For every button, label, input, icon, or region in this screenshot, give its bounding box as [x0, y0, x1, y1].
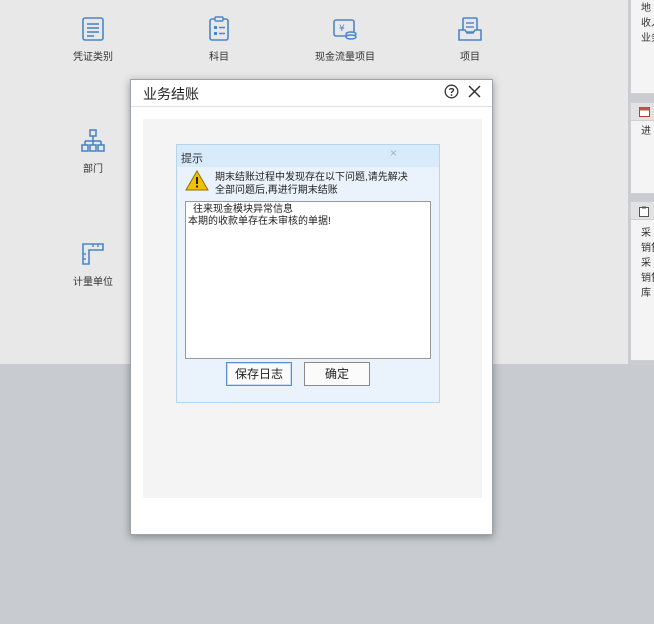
warning-icon [185, 170, 209, 191]
right-panel-header [631, 103, 654, 121]
tile-voucher-type[interactable]: 凭证类别 [48, 16, 138, 63]
right-panel-line[interactable]: 库 [631, 286, 654, 301]
org-chart-icon [81, 129, 105, 152]
voucher-icon [82, 17, 104, 41]
right-panel-line[interactable]: 销售 [631, 271, 654, 286]
tile-project[interactable]: 项目 [425, 16, 515, 63]
svg-text:¥: ¥ [339, 24, 345, 34]
right-panel-line[interactable]: 采 [631, 226, 654, 241]
log-line: 往来现金模块异常信息 [193, 204, 293, 215]
right-panel-line[interactable]: 销售 [631, 241, 654, 256]
close-icon[interactable] [467, 84, 482, 99]
tile-project-label: 项目 [460, 52, 480, 63]
clipboard-icon [639, 206, 649, 217]
title-separator [131, 106, 492, 107]
tile-subject-label: 科目 [209, 52, 229, 63]
right-panel-bottom: 采 销售 采 销售 库 [630, 201, 654, 361]
right-panel-line[interactable]: 进 [631, 124, 654, 139]
subject-icon [209, 16, 229, 41]
calendar-icon [639, 107, 650, 117]
right-panel-line[interactable]: 业务 [631, 31, 654, 46]
tile-unit[interactable]: 计量单位 [48, 241, 138, 288]
ruler-icon [82, 243, 104, 265]
tile-department-label: 部门 [83, 164, 103, 175]
right-panel-line[interactable]: 收入 [631, 16, 654, 31]
cash-flow-icon: ¥ [333, 19, 357, 40]
ok-button[interactable]: 确定 [304, 362, 370, 386]
error-log-textarea[interactable]: 往来现金模块异常信息 本期的收款单存在未审核的单据! [185, 201, 431, 359]
prompt-title: 提示 [181, 153, 203, 165]
help-icon[interactable] [444, 84, 459, 99]
tile-voucher-type-label: 凭证类别 [73, 52, 113, 63]
right-panel-header [631, 202, 654, 220]
prompt-message: 期末结账过程中发现存在以下问题,请先解决全部问题后,再进行期末结账 [215, 172, 408, 196]
prompt-box: 提示 × 期末结账过程中发现存在以下问题,请先解决全部问题后,再进行期末结账 往… [176, 144, 440, 403]
save-log-button[interactable]: 保存日志 [226, 362, 292, 386]
tile-department[interactable]: 部门 [48, 128, 138, 175]
right-panel-top: 地 收入 业务 [630, 0, 654, 94]
prompt-close-icon[interactable]: × [390, 146, 397, 160]
tile-subject[interactable]: 科目 [174, 16, 264, 63]
dialog-title: 业务结账 [143, 86, 199, 102]
business-closing-dialog: 业务结账 提示 × 期末结账过程中发现存在以下问题,请先解决全部问题后,再进行期… [130, 79, 493, 535]
tile-cash-flow-item[interactable]: ¥ 现金流量项目 [300, 16, 390, 63]
right-panel-mid: 进 [630, 102, 654, 194]
log-line: 本期的收款单存在未审核的单据! [188, 216, 331, 227]
project-icon [458, 17, 482, 41]
right-panel-line[interactable]: 采 [631, 256, 654, 271]
tile-cash-flow-item-label: 现金流量项目 [315, 52, 375, 63]
tile-unit-label: 计量单位 [73, 277, 113, 288]
prompt-title-bar [177, 145, 439, 167]
right-panel-line[interactable]: 地 [631, 1, 654, 16]
